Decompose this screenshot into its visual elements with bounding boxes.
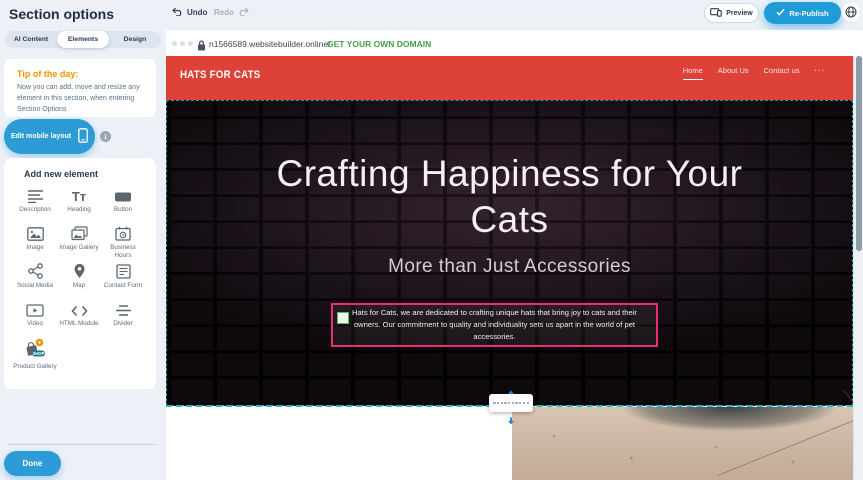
get-own-domain-link[interactable]: GET YOUR OWN DOMAIN (327, 39, 431, 49)
scrollbar-thumb[interactable] (856, 56, 862, 251)
heading-icon: Tт (72, 186, 86, 203)
map-pin-icon (73, 262, 86, 279)
element-drag-handle[interactable] (337, 312, 349, 324)
tab-ai-content[interactable]: AI Content (5, 31, 57, 48)
product-gallery-icon: SHOP (23, 338, 47, 360)
browser-dots (172, 41, 193, 46)
globe-icon (845, 6, 857, 18)
description-icon (27, 186, 44, 203)
preview-button[interactable]: Preview (704, 3, 759, 23)
tip-body: Now you can add, move and resize any ele… (17, 83, 143, 116)
image-icon (27, 224, 44, 241)
hero-section[interactable]: Crafting Happiness for Your Cats More th… (166, 100, 853, 406)
button-icon (114, 186, 132, 203)
add-element-image-gallery[interactable]: Image Gallery (57, 224, 101, 262)
add-element-description[interactable]: Description (13, 186, 57, 224)
divider-icon (115, 300, 132, 317)
code-icon (71, 300, 88, 317)
site-url[interactable]: n1566589.websitebuilder.online/ (209, 39, 330, 49)
undo-button[interactable]: Undo (172, 7, 207, 18)
edit-mobile-layout-button[interactable]: Edit mobile layout (4, 119, 95, 154)
redo-icon (238, 7, 249, 18)
nav-more-button[interactable]: ··· (815, 66, 826, 80)
redo-button[interactable]: Redo (214, 7, 249, 18)
check-icon (776, 8, 785, 18)
nav-contact-us[interactable]: Contact us (764, 66, 800, 80)
image-gallery-icon (71, 224, 88, 241)
add-element-heading[interactable]: Tт Heading (57, 186, 101, 224)
add-element-html-module[interactable]: HTML Module (57, 300, 101, 338)
element-grid: Description Tт Heading Button Image Imag… (13, 186, 147, 376)
sidebar-tab-bar: AI Content Elements Design (5, 31, 161, 48)
pavement-joint-line (718, 415, 863, 476)
browser-address-bar: n1566589.websitebuilder.online/ GET YOUR… (166, 30, 863, 56)
add-element-panel: Add new element Description Tт Heading B… (4, 158, 156, 389)
tip-of-the-day-card: Tip of the day: Now you can add, move an… (4, 59, 156, 117)
page-title: Section options (9, 6, 114, 22)
phone-icon (78, 128, 88, 145)
add-element-contact-form[interactable]: Contact Form (101, 262, 145, 300)
tab-elements[interactable]: Elements (57, 31, 109, 48)
hero-body-text: Hats for Cats, we are dedicated to craft… (340, 307, 649, 343)
republish-button[interactable]: Re-Publish (764, 2, 841, 24)
hero-heading[interactable]: Crafting Happiness for Your Cats (260, 151, 760, 244)
add-element-divider[interactable]: Divider (101, 300, 145, 338)
hero-subheading[interactable]: More than Just Accessories (260, 256, 760, 278)
svg-text:SHOP: SHOP (33, 351, 45, 356)
add-element-map[interactable]: Map (57, 262, 101, 300)
business-hours-icon (115, 224, 131, 241)
done-button[interactable]: Done (4, 451, 61, 476)
tip-title: Tip of the day: (17, 69, 143, 79)
section-resize-handle[interactable] (489, 394, 533, 412)
add-element-image[interactable]: Image (13, 224, 57, 262)
nav-home[interactable]: Home (683, 66, 703, 80)
social-media-icon (28, 262, 43, 279)
resize-arrow-down-icon (506, 412, 516, 430)
add-element-button[interactable]: Button (101, 186, 145, 224)
sidebar-divider (8, 444, 156, 445)
site-logo[interactable]: HATS FOR CATS (180, 69, 261, 81)
devices-icon (710, 8, 722, 19)
add-element-product-gallery[interactable]: SHOP Product Gallery (13, 338, 57, 376)
add-element-social-media[interactable]: Social Media (13, 262, 57, 300)
selected-text-element[interactable]: Hats for Cats, we are dedicated to craft… (331, 303, 658, 347)
lock-icon (197, 38, 206, 56)
add-element-video[interactable]: Video (13, 300, 57, 338)
add-element-business-hours[interactable]: Business Hours (101, 224, 145, 262)
next-section-photo (512, 407, 863, 480)
tab-design[interactable]: Design (109, 31, 161, 48)
language-globe-button[interactable] (842, 3, 860, 21)
video-icon (26, 300, 44, 317)
scrollbar[interactable] (853, 56, 863, 480)
nav-about-us[interactable]: About Us (718, 66, 749, 80)
website-builder-editor: Section options Undo Redo Preview Re-Pub… (0, 0, 863, 480)
contact-form-icon (116, 262, 131, 279)
undo-icon (172, 7, 183, 18)
add-element-title: Add new element (24, 169, 98, 179)
site-nav: Home About Us Contact us ··· (683, 66, 825, 80)
site-header: HATS FOR CATS Home About Us Contact us ·… (166, 56, 853, 100)
info-icon[interactable]: i (100, 131, 111, 142)
